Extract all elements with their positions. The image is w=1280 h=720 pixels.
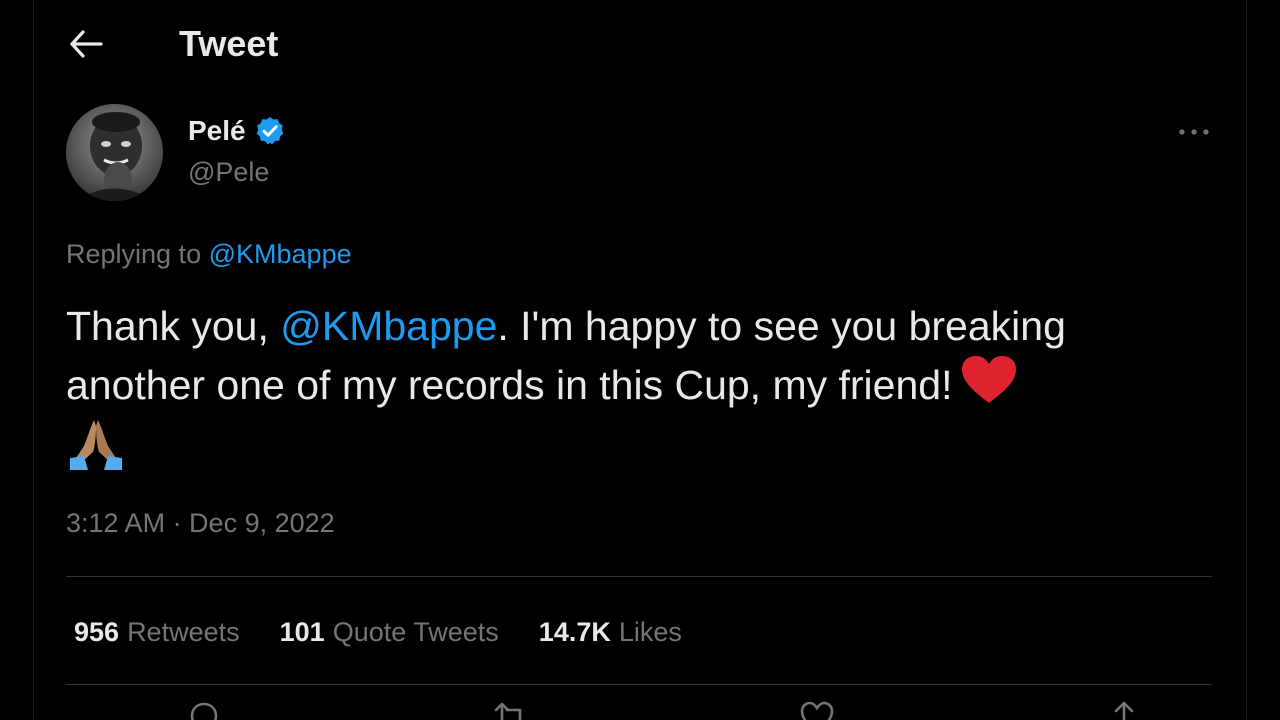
likes-label: Likes — [618, 617, 682, 647]
action-bar — [184, 700, 1144, 720]
quote-tweets-count: 101 — [279, 617, 325, 647]
tweet-page: Tweet Pelé @Pele Replying to @KMbappe Th… — [0, 0, 1280, 720]
more-options-button[interactable] — [1172, 110, 1216, 154]
retweets-stat[interactable]: 956 Retweets — [74, 614, 240, 650]
display-name: Pelé — [188, 115, 246, 146]
tweet-column: Tweet Pelé @Pele Replying to @KMbappe Th… — [33, 0, 1247, 720]
tweet-timestamp[interactable]: 3:12 AM · Dec 9, 2022 — [66, 505, 335, 541]
red-heart-emoji — [962, 356, 1017, 403]
replying-to: Replying to @KMbappe — [66, 236, 352, 272]
avatar[interactable] — [66, 104, 163, 201]
replying-to-handle[interactable]: @KMbappe — [209, 239, 352, 269]
arrow-left-icon — [70, 30, 103, 58]
quote-tweets-label: Quote Tweets — [332, 617, 499, 647]
quote-tweets-stat[interactable]: 101 Quote Tweets — [280, 614, 499, 650]
tweet-stats: 956 Retweets 101 Quote Tweets 14.7K Likes — [74, 614, 682, 650]
retweet-icon — [494, 702, 521, 720]
share-icon — [1114, 701, 1134, 720]
tweet-text-start: Thank you, — [66, 303, 281, 349]
retweets-count: 956 — [74, 617, 120, 647]
user-handle[interactable]: @Pele — [188, 155, 269, 189]
reply-button[interactable] — [184, 700, 224, 720]
likes-count: 14.7K — [538, 617, 611, 647]
like-button[interactable] — [797, 700, 837, 720]
page-title: Tweet — [179, 23, 279, 64]
replying-to-label: Replying to — [66, 239, 202, 269]
top-bar: Tweet — [34, 0, 1246, 86]
folded-hands-emoji — [70, 420, 122, 470]
share-button[interactable] — [1104, 700, 1144, 720]
avatar-image — [66, 104, 163, 201]
divider-bottom — [66, 684, 1212, 685]
like-icon — [801, 701, 834, 720]
retweet-button[interactable] — [491, 700, 531, 720]
likes-stat[interactable]: 14.7K Likes — [539, 614, 682, 650]
tweet-text: Thank you, @KMbappe. I'm happy to see yo… — [66, 298, 1206, 472]
reply-icon — [190, 702, 218, 720]
back-button[interactable] — [64, 22, 108, 66]
more-horizontal-icon — [1179, 129, 1209, 135]
retweets-label: Retweets — [127, 617, 240, 647]
verified-badge-icon — [256, 117, 283, 145]
display-name-row[interactable]: Pelé — [188, 114, 286, 148]
divider-top — [66, 576, 1212, 577]
tweet-author: Pelé @Pele — [66, 104, 1216, 204]
mention-link[interactable]: @KMbappe — [280, 303, 497, 349]
